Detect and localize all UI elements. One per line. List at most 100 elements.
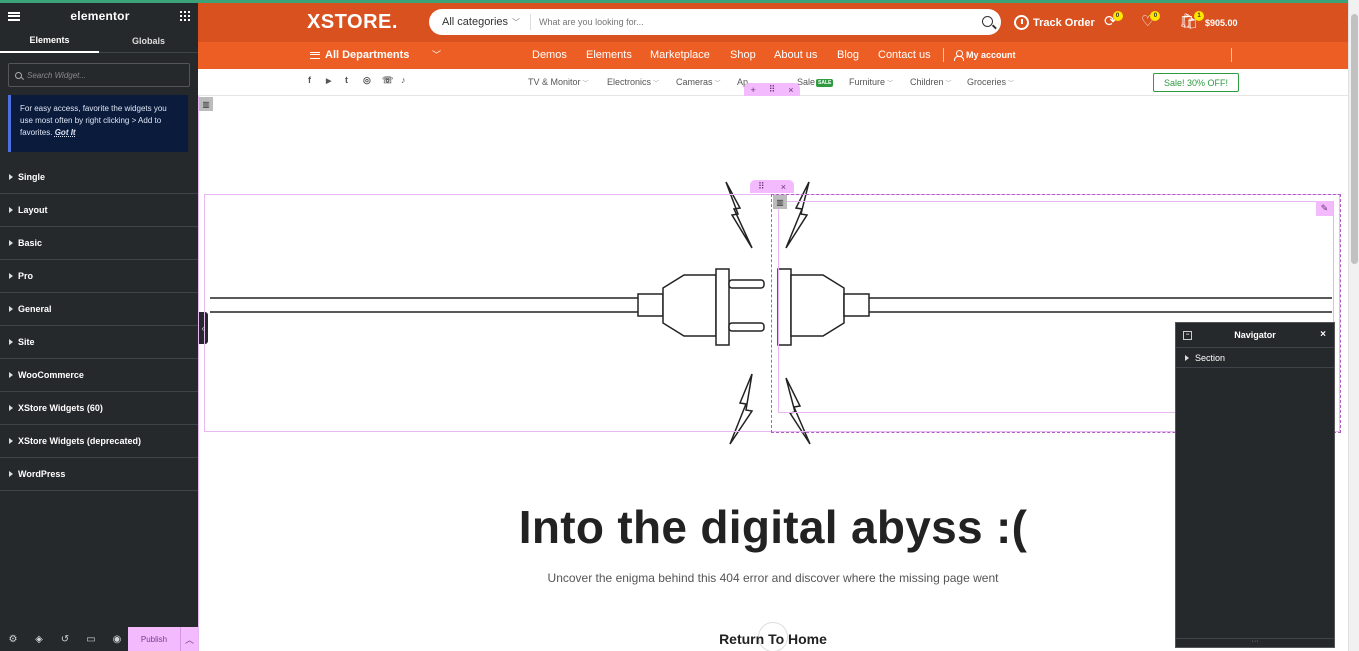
nav-link-contact-us[interactable]: Contact us (878, 49, 931, 61)
category-basic[interactable]: Basic (0, 227, 198, 260)
column-edit-icon[interactable]: ▥ (199, 97, 213, 111)
wishlist-heart-icon[interactable]: ♡ 0 (1141, 11, 1161, 30)
publish-button[interactable]: Publish (128, 627, 180, 651)
category-single[interactable]: Single (0, 161, 198, 194)
layers-icon[interactable]: ◈ (26, 627, 52, 651)
widget-search-input[interactable]: Search Widget... (8, 63, 190, 87)
category-link-cameras[interactable]: Cameras ﹀ (676, 77, 721, 87)
responsive-icon[interactable]: ▭ (78, 627, 104, 651)
caret-right-icon (9, 306, 13, 312)
widgets-grid-icon[interactable] (180, 11, 190, 21)
nav-link-demos[interactable]: Demos (532, 49, 567, 61)
scrollbar-thumb[interactable] (1351, 14, 1358, 264)
category-label: Layout (18, 205, 48, 215)
compare-icon[interactable]: ⟳ 0 (1104, 11, 1123, 30)
tiktok-icon[interactable]: ♪ (401, 75, 406, 85)
category-woocommerce[interactable]: WooCommerce (0, 359, 198, 392)
caret-right-icon (9, 273, 13, 279)
nav-link-marketplace[interactable]: Marketplace (650, 49, 710, 61)
navigator-resize-handle[interactable]: ··· (1176, 638, 1334, 647)
nav-link-blog[interactable]: Blog (837, 49, 859, 61)
return-home-link[interactable]: Return To Home (698, 631, 848, 647)
navigator-header[interactable]: − Navigator × (1176, 323, 1334, 348)
chevron-down-icon: ﹀ (512, 17, 521, 27)
youtube-icon[interactable]: ▶ (326, 77, 331, 85)
chevron-down-icon[interactable]: ﹀ (432, 48, 441, 61)
nav-link-about-us[interactable]: About us (774, 49, 817, 61)
wishlist-count-badge: 0 (1150, 11, 1161, 21)
history-icon[interactable]: ↺ (52, 627, 78, 651)
navigator-title: Navigator (1234, 330, 1276, 340)
whatsapp-icon[interactable]: ☏ (382, 75, 393, 86)
close-icon[interactable]: × (788, 85, 793, 95)
chevron-down-icon: ﹀ (582, 81, 589, 87)
all-departments-menu[interactable]: All Departments (310, 49, 409, 61)
twitter-icon[interactable]: t (345, 75, 348, 85)
cart-icon[interactable]: 🛍 1 (1179, 11, 1205, 30)
search-icon[interactable] (982, 16, 993, 27)
clock-icon (1014, 15, 1029, 30)
navigator-item-label: Section (1195, 352, 1226, 363)
track-order-link[interactable]: Track Order (1014, 15, 1095, 30)
drag-handle-icon[interactable]: ⠿ (769, 84, 776, 95)
category-link-furniture[interactable]: Furniture ﹀ (849, 77, 893, 87)
my-account-link[interactable]: My account (954, 50, 1016, 61)
category-xstore-widgets[interactable]: XStore Widgets (60) (0, 392, 198, 425)
widget-search-placeholder: Search Widget... (27, 70, 87, 80)
tab-elements[interactable]: Elements (0, 29, 99, 53)
header-section-handle[interactable]: + ⠿ × (744, 83, 800, 96)
category-layout[interactable]: Layout (0, 194, 198, 227)
tip-got-it-link[interactable]: Got It (55, 128, 76, 137)
category-wordpress[interactable]: WordPress (0, 458, 198, 491)
category-pro[interactable]: Pro (0, 260, 198, 293)
caret-right-icon[interactable] (1185, 354, 1189, 361)
nav-link-elements[interactable]: Elements (586, 49, 632, 61)
caret-right-icon (9, 405, 13, 411)
add-section-icon[interactable]: + (750, 85, 755, 95)
favorites-tip: For easy access, favorite the widgets yo… (8, 95, 188, 152)
elementor-logo: elementor (70, 9, 130, 23)
category-xstore-deprecated[interactable]: XStore Widgets (deprecated) (0, 425, 198, 458)
site-search-input[interactable] (539, 17, 960, 27)
category-link-label: Groceries (967, 77, 1007, 87)
category-link-children[interactable]: Children ﹀ (910, 77, 952, 87)
nav-divider (1231, 48, 1232, 62)
column-edit-icon[interactable]: ▥ (773, 195, 787, 209)
publish-options-chevron-icon[interactable]: ︿ (180, 627, 198, 651)
close-icon[interactable]: × (781, 182, 786, 192)
nav-link-shop[interactable]: Shop (730, 49, 756, 61)
cart-total[interactable]: $905.00 (1205, 18, 1238, 28)
facebook-icon[interactable]: f (308, 75, 311, 85)
category-label: XStore Widgets (deprecated) (18, 436, 141, 446)
settings-icon[interactable]: ⚙ (0, 627, 26, 651)
category-select[interactable]: All categories ﹀ (429, 14, 532, 30)
category-link-tv-monitor[interactable]: TV & Monitor ﹀ (528, 77, 589, 87)
site-logo[interactable]: XSTORE. (307, 11, 398, 34)
section-handle[interactable]: ⠿ × (750, 180, 794, 193)
page-scrollbar[interactable] (1348, 0, 1359, 651)
chevron-down-icon: ﹀ (887, 81, 894, 87)
category-general[interactable]: General (0, 293, 198, 326)
edit-widget-pencil-icon[interactable]: ✎ (1316, 201, 1333, 216)
caret-right-icon (9, 438, 13, 444)
minimize-icon[interactable]: − (1183, 331, 1192, 340)
category-site[interactable]: Site (0, 326, 198, 359)
close-icon[interactable]: × (1320, 329, 1326, 340)
navigator-item-section[interactable]: Section (1176, 348, 1334, 368)
category-link-electronics[interactable]: Electronics ﹀ (607, 77, 659, 87)
category-label: WordPress (18, 469, 66, 479)
preview-eye-icon[interactable]: ◉ (104, 627, 130, 651)
category-link-groceries[interactable]: Groceries ﹀ (967, 77, 1014, 87)
compare-count-badge: 0 (1112, 11, 1123, 21)
instagram-icon[interactable]: ◎ (363, 75, 371, 86)
navigator-panel: − Navigator × Section ··· (1175, 322, 1335, 648)
caret-right-icon (9, 240, 13, 246)
drag-handle-icon[interactable]: ⠿ (758, 181, 765, 192)
caret-right-icon (9, 372, 13, 378)
chevron-down-icon: ﹀ (945, 81, 952, 87)
category-label: WooCommerce (18, 370, 84, 380)
menu-hamburger-icon[interactable] (8, 11, 20, 21)
tab-globals[interactable]: Globals (99, 29, 198, 53)
sale-promo-button[interactable]: Sale! 30% OFF! (1153, 73, 1239, 92)
panel-header: elementor (0, 3, 198, 29)
